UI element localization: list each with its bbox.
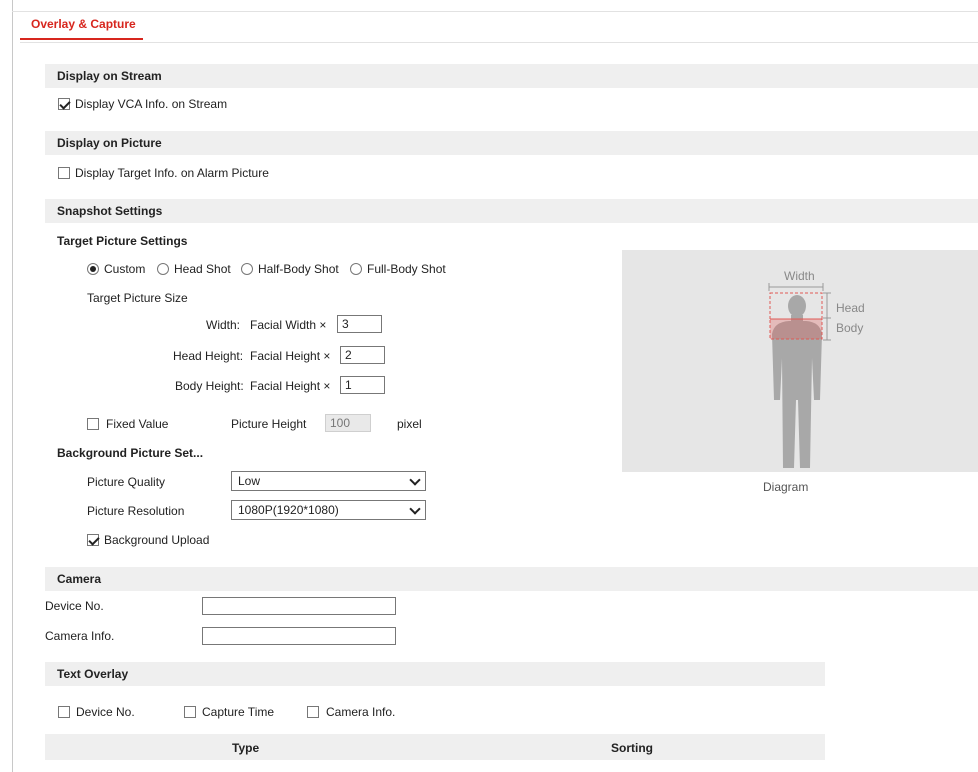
body-height-multiplier-input[interactable] [340, 376, 385, 394]
column-type-header: Type [232, 741, 260, 755]
width-multiplier-input[interactable] [337, 315, 382, 333]
overlay-device-no-label: Device No. [76, 705, 135, 719]
device-no-input[interactable] [202, 597, 396, 615]
target-size-diagram: Width Head Body [622, 250, 978, 472]
device-no-label: Device No. [45, 599, 104, 613]
body-height-label: Body Height: [175, 379, 244, 393]
frame-border [12, 0, 13, 772]
picture-resolution-value: 1080P(1920*1080) [238, 503, 339, 517]
picture-quality-select[interactable]: Low [231, 471, 426, 491]
overlay-table-header [45, 734, 825, 760]
overlay-capture-time-checkbox[interactable] [184, 706, 196, 718]
background-upload-label: Background Upload [104, 533, 210, 547]
chevron-down-icon [409, 503, 421, 515]
active-tab-indicator [20, 38, 143, 40]
target-info-checkbox[interactable] [58, 167, 70, 179]
overlay-device-no-checkbox[interactable] [58, 706, 70, 718]
tab-divider [20, 42, 978, 43]
tab-overlay-capture[interactable]: Overlay & Capture [20, 17, 143, 40]
head-height-expression: Facial Height × [250, 349, 331, 363]
camera-info-label: Camera Info. [45, 629, 115, 643]
overlay-capture-time-label: Capture Time [202, 705, 275, 719]
vca-info-checkbox[interactable] [58, 98, 70, 110]
picture-resolution-select[interactable]: 1080P(1920*1080) [231, 500, 426, 520]
diagram-caption: Diagram [763, 480, 809, 494]
picture-quality-value: Low [238, 474, 261, 488]
radio-head-shot[interactable] [157, 263, 169, 275]
background-picture-settings-heading: Background Picture Set... [57, 446, 204, 460]
radio-half-body-shot[interactable] [241, 263, 253, 275]
target-picture-size-heading: Target Picture Size [87, 291, 188, 305]
vca-info-label: Display VCA Info. on Stream [75, 97, 228, 111]
section-text-overlay: Text Overlay [45, 662, 825, 686]
camera-info-input[interactable] [202, 627, 396, 645]
radio-custom[interactable] [87, 263, 99, 275]
chevron-down-icon [409, 474, 421, 486]
width-label: Width: [206, 318, 241, 332]
background-upload-checkbox[interactable] [87, 534, 99, 546]
picture-resolution-label: Picture Resolution [87, 504, 185, 518]
body-height-expression: Facial Height × [250, 379, 331, 393]
head-height-multiplier-input[interactable] [340, 346, 385, 364]
radio-custom-label: Custom [104, 262, 146, 276]
head-height-label: Head Height: [173, 349, 244, 363]
radio-half-body-shot-label: Half-Body Shot [258, 262, 339, 276]
picture-height-unit: pixel [397, 417, 422, 431]
radio-head-shot-label: Head Shot [174, 262, 231, 276]
person-silhouette-icon [768, 283, 831, 468]
picture-quality-label: Picture Quality [87, 475, 166, 489]
section-snapshot-settings: Snapshot Settings [45, 199, 978, 223]
fixed-value-checkbox[interactable] [87, 418, 99, 430]
width-expression: Facial Width × [250, 318, 327, 332]
section-display-on-picture: Display on Picture [45, 131, 978, 155]
section-camera: Camera [45, 567, 978, 591]
fixed-value-label: Fixed Value [106, 417, 169, 431]
frame-top-border [12, 11, 978, 12]
overlay-camera-info-label: Camera Info. [326, 705, 396, 719]
picture-height-input[interactable] [325, 414, 371, 432]
diagram-width-label: Width [784, 269, 815, 283]
target-info-label: Display Target Info. on Alarm Picture [75, 166, 269, 180]
section-display-on-stream: Display on Stream [45, 64, 978, 88]
overlay-camera-info-checkbox[interactable] [307, 706, 319, 718]
diagram-body-label: Body [836, 321, 864, 335]
radio-full-body-shot-label: Full-Body Shot [367, 262, 446, 276]
diagram-head-label: Head [836, 301, 865, 315]
picture-height-label: Picture Height [231, 417, 307, 431]
column-sorting-header[interactable]: Sorting [611, 741, 653, 755]
radio-full-body-shot[interactable] [350, 263, 362, 275]
target-picture-settings-heading: Target Picture Settings [57, 234, 188, 248]
